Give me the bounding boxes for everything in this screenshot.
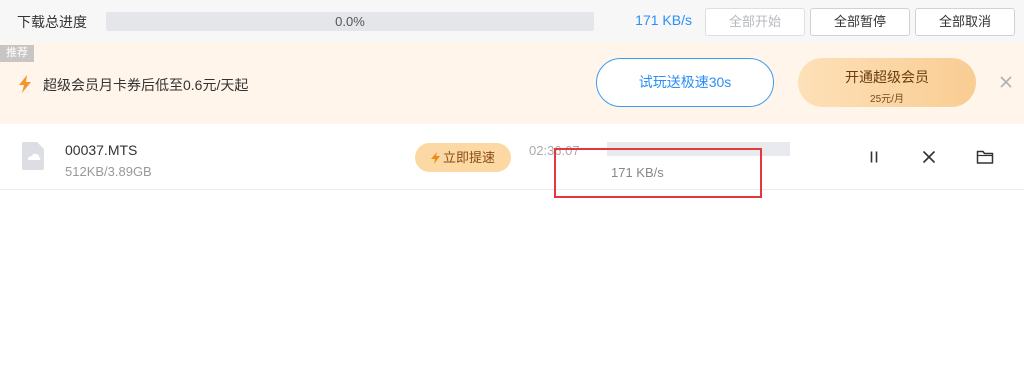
vip-promo-banner: 推荐 超级会员月卡券后低至0.6元/天起 试玩送极速30s 开通超级会员 25元… (0, 42, 1024, 124)
download-item[interactable]: 00037.MTS 512KB/3.89GB 立即提速 02:36:07 171… (0, 124, 1024, 190)
file-size: 512KB/3.89GB (65, 164, 152, 179)
cancel-all-button[interactable]: 全部取消 (915, 8, 1015, 36)
recommend-tag: 推荐 (0, 45, 34, 62)
total-progress-label: 下载总进度 (17, 14, 87, 30)
total-speed: 171 KB/s (635, 12, 692, 28)
trial-speed-button[interactable]: 试玩送极速30s (596, 58, 774, 107)
promo-text: 超级会员月卡券后低至0.6元/天起 (43, 77, 249, 93)
download-toolbar: 下载总进度 0.0% 171 KB/s 全部开始 全部暂停 全部取消 (0, 0, 1024, 42)
highlight-box (554, 148, 762, 198)
total-progress-percent: 0.0% (335, 14, 365, 29)
vip-button-label: 开通超级会员 (845, 69, 929, 85)
close-icon[interactable] (998, 74, 1014, 90)
boost-button-label: 立即提速 (442, 150, 495, 165)
pause-all-button[interactable]: 全部暂停 (810, 8, 910, 36)
close-icon[interactable] (920, 148, 938, 166)
lightning-icon (19, 75, 31, 93)
total-progress-bar: 0.0% (106, 12, 594, 31)
pause-icon[interactable] (865, 148, 883, 166)
open-vip-button[interactable]: 开通超级会员 25元/月 (798, 58, 976, 107)
file-name: 00037.MTS (65, 142, 138, 158)
boost-button[interactable]: 立即提速 (415, 143, 511, 172)
vip-price-label: 25元/月 (870, 94, 904, 105)
start-all-button[interactable]: 全部开始 (705, 8, 805, 36)
lightning-icon (430, 151, 440, 164)
file-icon (22, 142, 44, 170)
folder-icon[interactable] (976, 148, 994, 166)
